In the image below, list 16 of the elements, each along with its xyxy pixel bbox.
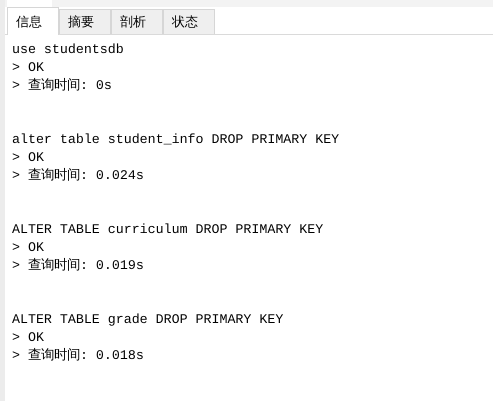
result-line: > OK — [12, 59, 44, 77]
result-line: > OK — [12, 149, 44, 167]
tab[interactable]: 状态 — [163, 9, 215, 34]
result-line: > OK — [12, 329, 44, 347]
query-time-line: > 查询时间: 0.018s — [12, 347, 144, 365]
query-time-line: > 查询时间: 0.019s — [12, 257, 144, 275]
sql-statement: use studentsdb — [12, 41, 124, 59]
sql-statement: alter table student_info DROP PRIMARY KEY — [12, 131, 340, 149]
query-time-line: > 查询时间: 0.024s — [12, 167, 144, 185]
tab[interactable]: 剖析 — [111, 9, 163, 34]
sql-statement: ALTER TABLE curriculum DROP PRIMARY KEY — [12, 221, 324, 239]
query-time-line: > 查询时间: 0s — [12, 77, 112, 95]
tab[interactable]: 信息 — [7, 7, 59, 35]
sql-statement: ALTER TABLE grade DROP PRIMARY KEY — [12, 311, 284, 329]
tab[interactable]: 摘要 — [59, 9, 111, 34]
result-line: > OK — [12, 239, 44, 257]
